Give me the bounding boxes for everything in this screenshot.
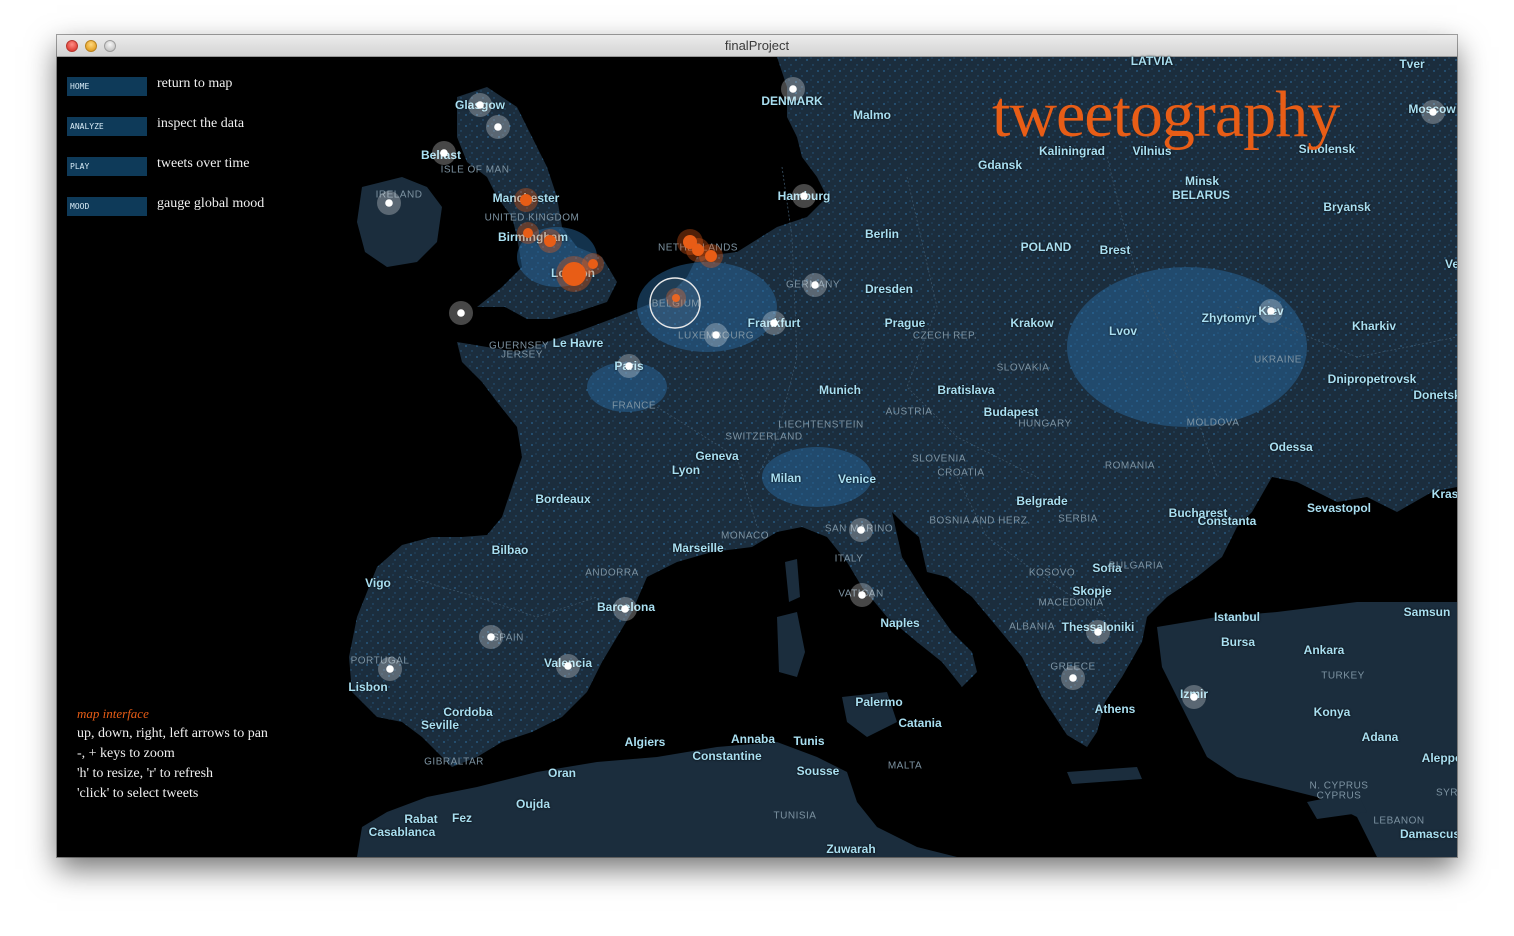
- tweet-dot: [440, 149, 448, 157]
- tweet-dot: [800, 192, 808, 200]
- app-title: tweetography: [992, 78, 1340, 151]
- tweet-dot-orange: [705, 250, 717, 262]
- home-button[interactable]: HOME: [67, 77, 147, 96]
- tweet-marker[interactable]: [762, 311, 786, 335]
- help-line-resize: 'h' to resize, 'r' to refresh: [77, 766, 214, 781]
- tweet-marker-orange[interactable]: [514, 188, 538, 212]
- tweet-marker-orange[interactable]: [517, 222, 539, 244]
- tweet-dot: [789, 85, 797, 93]
- help-line-click: 'click' to select tweets: [77, 786, 199, 801]
- tweet-marker[interactable]: [792, 184, 816, 208]
- mood-description: gauge global mood: [157, 196, 265, 211]
- analyze-description: inspect the data: [157, 116, 245, 131]
- tweet-dot: [386, 665, 394, 673]
- play-description: tweets over time: [157, 156, 250, 171]
- tweet-marker-orange[interactable]: [538, 229, 562, 253]
- tweet-dot: [385, 199, 393, 207]
- analyze-button[interactable]: ANALYZE: [67, 117, 147, 136]
- tweet-dot: [1190, 693, 1198, 701]
- tweet-marker[interactable]: [1086, 620, 1110, 644]
- tweet-marker[interactable]: [1259, 299, 1283, 323]
- selection-ring[interactable]: [649, 277, 701, 329]
- tweet-dot: [457, 309, 465, 317]
- tweet-marker[interactable]: [449, 301, 473, 325]
- tweet-marker[interactable]: [468, 93, 492, 117]
- tweet-marker[interactable]: [377, 191, 401, 215]
- tweet-marker[interactable]: [803, 273, 827, 297]
- home-description: return to map: [157, 76, 233, 91]
- mood-button[interactable]: MOOD: [67, 197, 147, 216]
- tweet-dot: [811, 281, 819, 289]
- help-line-pan: up, down, right, left arrows to pan: [77, 726, 268, 741]
- tweet-marker[interactable]: [378, 657, 402, 681]
- tweet-dot: [625, 362, 633, 370]
- tweet-dot: [564, 662, 572, 670]
- tweet-dot: [857, 526, 865, 534]
- tweet-marker[interactable]: [479, 625, 503, 649]
- window-title: finalProject: [724, 38, 790, 53]
- tweet-marker[interactable]: [486, 115, 510, 139]
- tweet-marker[interactable]: [613, 597, 637, 621]
- tweet-marker[interactable]: [617, 354, 641, 378]
- tweet-dot: [858, 591, 866, 599]
- tweet-marker[interactable]: [849, 518, 873, 542]
- title-bar: finalProject: [57, 35, 1457, 57]
- tweet-dot-orange: [588, 259, 598, 269]
- tweet-marker[interactable]: [1421, 100, 1445, 124]
- tweet-marker[interactable]: [704, 323, 728, 347]
- tweet-dot: [770, 319, 778, 327]
- tweet-dot-orange: [520, 194, 532, 206]
- help-panel: map interface up, down, right, left arro…: [77, 704, 268, 804]
- tweet-marker[interactable]: [556, 654, 580, 678]
- tweet-marker[interactable]: [850, 583, 874, 607]
- tweet-marker[interactable]: [1061, 666, 1085, 690]
- tweet-dot: [494, 123, 502, 131]
- help-title: map interface: [77, 706, 149, 721]
- tweet-dot-orange: [523, 228, 533, 238]
- app-window: finalProject DENMARK Malmo LATVIA Tver K…: [57, 35, 1457, 857]
- tweet-marker-orange[interactable]: [582, 253, 604, 275]
- tweet-dot: [1094, 628, 1102, 636]
- tweet-dot: [712, 331, 720, 339]
- tweet-marker[interactable]: [1182, 685, 1206, 709]
- map-canvas[interactable]: GlasgowDENMARKMalmoLATVIATverMoscowBelfa…: [57, 54, 1457, 857]
- tweet-dot: [1267, 307, 1275, 315]
- tweet-dot-orange: [544, 235, 556, 247]
- play-button[interactable]: PLAY: [67, 157, 147, 176]
- help-line-zoom: -, + keys to zoom: [77, 746, 175, 761]
- tweet-dot: [621, 605, 629, 613]
- tweet-marker-orange[interactable]: [699, 244, 723, 268]
- tweet-dot: [1069, 674, 1077, 682]
- tweet-marker[interactable]: [781, 77, 805, 101]
- tweet-dot: [476, 101, 484, 109]
- tweet-dot: [487, 633, 495, 641]
- tweet-dot: [1429, 108, 1437, 116]
- tweet-marker[interactable]: [432, 141, 456, 165]
